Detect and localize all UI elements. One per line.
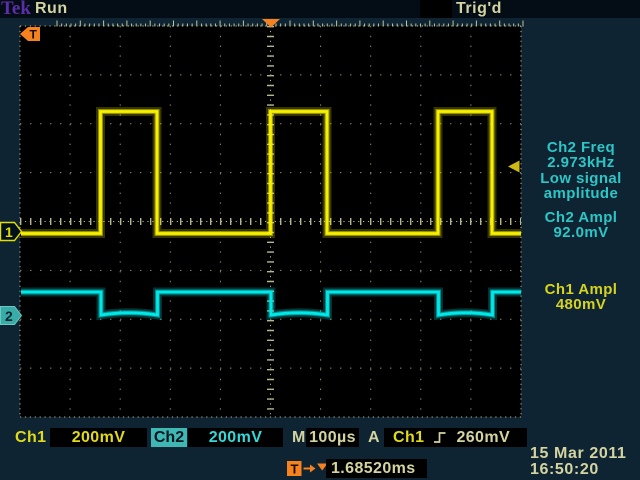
ch2-ampl-readout: Ch2 Ampl 92.0mV [521,210,640,241]
ch1-ground-marker-icon: 1 [1,223,22,241]
trigger-a-label: A [368,429,380,447]
record-view-ruler [57,21,523,27]
ch2-scale-readout: 200mV [188,428,283,447]
ch2-ground-marker-icon: 2 [1,307,22,325]
tek-logo: Tek [1,0,31,20]
svg-text:T: T [30,28,38,42]
trigger-level-value: 260mV [456,429,510,447]
ch2-freq-readout: Ch2 Freq 2.973kHz Low signal amplitude [521,140,640,201]
oscilloscope-screen: { "header": { "logo": "Tek", "acq_status… [0,0,640,480]
ch2-freq-value: 2.973kHz [521,155,640,170]
ch1-ampl-readout: Ch1 Ampl 480mV [521,282,640,313]
svg-text:1: 1 [5,224,13,240]
ch2-label-selected: Ch2 [151,428,187,447]
ch2-ampl-label: Ch2 Ampl [521,210,640,225]
timebase-readout: 100µs [306,428,359,447]
top-status-bar [0,0,640,18]
rising-edge-slope-icon [433,430,447,445]
ch2-freq-label: Ch2 Freq [521,140,640,155]
warning-line1: Low signal [521,171,640,186]
timebase-label: M [292,429,306,447]
ch1-ampl-label: Ch1 Ampl [521,282,640,297]
ch1-scale-readout: 200mV [50,428,147,447]
delay-time-icon: T [287,461,328,477]
time: 16:50:20 [530,462,640,478]
datetime: 15 Mar 2011 16:50:20 [530,446,640,477]
date: 15 Mar 2011 [530,446,640,462]
arrow-right-head-icon [310,465,316,473]
trigger-source: Ch1 [393,429,424,447]
svg-text:2: 2 [5,308,13,324]
ch2-ampl-value: 92.0mV [521,225,640,240]
warning-line2: amplitude [521,186,640,201]
svg-text:T: T [291,462,299,477]
acquisition-status: Run [35,0,68,18]
delay-time-readout: 1.68520ms [326,459,427,478]
trigger-readout: Ch1 260mV [384,428,527,447]
ch1-ampl-value: 480mV [521,297,640,312]
trigger-status: Trig'd [456,0,502,18]
message-box [420,0,452,18]
ch1-label: Ch1 [15,429,46,447]
